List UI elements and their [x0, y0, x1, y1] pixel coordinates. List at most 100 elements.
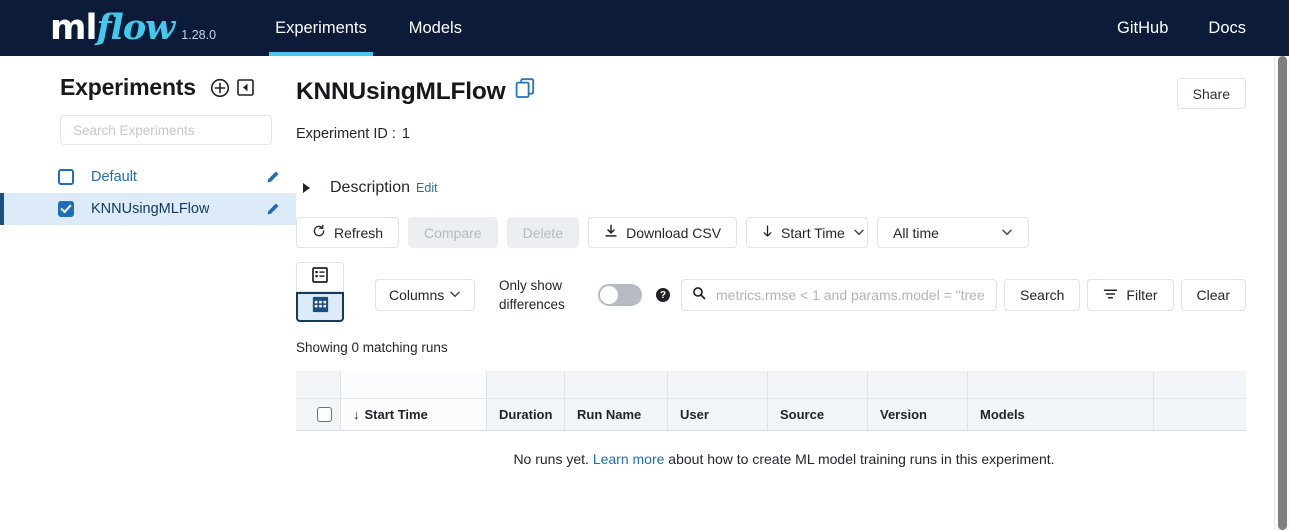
- grid-view-button[interactable]: [296, 292, 344, 322]
- experiment-name: KNNUsingMLFlow: [91, 201, 210, 217]
- chevron-right-icon[interactable]: [303, 183, 310, 193]
- column-header-source[interactable]: Source: [767, 399, 867, 430]
- sidebar-item-default[interactable]: Default: [0, 161, 296, 193]
- chevron-down-icon: [1001, 225, 1013, 241]
- chevron-down-icon: [853, 225, 865, 241]
- search-button[interactable]: Search: [1004, 279, 1081, 311]
- group-seg-checkbox: [296, 371, 340, 398]
- experiment-header: KNNUsingMLFlow Share: [296, 78, 1246, 109]
- collapse-sidebar-icon[interactable]: [237, 79, 254, 96]
- empty-state-suffix: about how to create ML model training ru…: [668, 451, 1055, 467]
- page-scrollbar[interactable]: [1274, 56, 1289, 530]
- column-header-models[interactable]: Models: [967, 399, 1153, 430]
- tab-experiments-label: Experiments: [275, 18, 367, 37]
- columns-label: Columns: [389, 287, 445, 303]
- empty-state-prefix: No runs yet.: [513, 451, 589, 467]
- group-seg-models: [967, 371, 1153, 398]
- github-link[interactable]: GitHub: [1117, 19, 1168, 38]
- search-experiments-box[interactable]: [60, 115, 272, 145]
- filter-button[interactable]: Filter: [1087, 279, 1174, 311]
- sort-by-dropdown[interactable]: Start Time: [746, 217, 869, 248]
- only-show-differences-toggle[interactable]: [598, 284, 642, 306]
- experiment-id-value: 1: [401, 126, 410, 142]
- select-all-checkbox[interactable]: [316, 407, 332, 422]
- learn-more-link[interactable]: Learn more: [593, 451, 665, 467]
- table-group-header-row: [296, 371, 1246, 399]
- page-title: KNNUsingMLFlow: [296, 78, 535, 106]
- group-seg-duration: [486, 371, 564, 398]
- main-content: KNNUsingMLFlow Share Experiment ID : 1 De…: [296, 56, 1289, 530]
- column-header-label: User: [680, 407, 709, 422]
- tab-experiments[interactable]: Experiments: [269, 0, 373, 56]
- group-seg-version: [867, 371, 967, 398]
- columns-dropdown[interactable]: Columns: [375, 279, 475, 311]
- experiment-checkbox[interactable]: [58, 169, 74, 185]
- select-all-header: [296, 399, 340, 430]
- time-filter-dropdown[interactable]: All time: [877, 217, 1030, 248]
- edit-pencil-icon[interactable]: [265, 202, 280, 217]
- tab-models[interactable]: Models: [403, 0, 468, 56]
- edit-pencil-icon[interactable]: [265, 170, 280, 185]
- sidebar-header: Experiments: [0, 74, 296, 101]
- download-csv-button[interactable]: Download CSV: [588, 217, 738, 248]
- scrollbar-thumb[interactable]: [1278, 56, 1287, 530]
- experiment-id-label: Experiment ID :: [296, 126, 396, 142]
- empty-state-message: No runs yet. Learn more about how to cre…: [296, 449, 1272, 469]
- version-label: 1.28.0: [181, 28, 217, 42]
- column-header-label: Source: [780, 407, 825, 422]
- description-edit-link[interactable]: Edit: [416, 181, 438, 195]
- tab-models-label: Models: [408, 18, 462, 37]
- runs-search-box[interactable]: [681, 279, 998, 311]
- copy-icon[interactable]: [515, 78, 535, 106]
- refresh-label: Refresh: [334, 224, 384, 241]
- filter-button-label: Filter: [1126, 287, 1158, 303]
- experiment-id: Experiment ID : 1: [296, 126, 1246, 142]
- column-header-user[interactable]: User: [667, 399, 767, 430]
- table-header-row: ↓ Start Time Duration Run Name User Sour…: [296, 399, 1246, 431]
- delete-label: Delete: [522, 224, 564, 241]
- filter-controls: Columns Only show differences ? metrics.…: [375, 262, 1246, 314]
- experiment-name: Default: [91, 169, 137, 185]
- view-mode-toggles: [296, 262, 344, 322]
- column-header-version[interactable]: Version: [867, 399, 967, 430]
- download-icon: [604, 224, 618, 241]
- docs-link[interactable]: Docs: [1208, 19, 1246, 38]
- mlflow-logo[interactable]: ml flow 1.28.0: [50, 10, 216, 46]
- clear-button[interactable]: Clear: [1180, 279, 1246, 311]
- column-header-label: Duration: [499, 407, 553, 422]
- share-button[interactable]: Share: [1176, 78, 1246, 109]
- column-header-label: Version: [880, 407, 927, 422]
- runs-toolbar: Refresh Compare Delete Download CSV Star…: [296, 217, 1246, 248]
- runs-search-input[interactable]: [714, 286, 987, 304]
- column-header-label: Run Name: [577, 407, 642, 422]
- clear-button-label: Clear: [1196, 287, 1230, 303]
- refresh-icon: [312, 224, 326, 241]
- sidebar-item-knnusingmlflow[interactable]: KNNUsingMLFlow: [0, 193, 296, 225]
- column-header-end: [1153, 399, 1246, 430]
- experiment-title-text: KNNUsingMLFlow: [296, 78, 506, 105]
- refresh-button[interactable]: Refresh: [296, 217, 400, 248]
- plus-circle-icon[interactable]: [210, 78, 230, 98]
- experiments-sidebar: Experiments Search Experiments Default K…: [0, 56, 296, 530]
- grid-view-icon: [312, 296, 329, 318]
- column-header-duration[interactable]: Duration: [486, 399, 564, 430]
- list-view-button[interactable]: [296, 262, 344, 292]
- group-seg-run-name: [564, 371, 667, 398]
- question-mark-icon[interactable]: ?: [656, 288, 670, 302]
- group-seg-start-time: [340, 371, 486, 398]
- column-header-label: Start Time: [364, 407, 428, 422]
- sort-by-label: Start Time: [781, 224, 845, 241]
- filter-row: Columns Only show differences ? metrics.…: [296, 262, 1246, 322]
- delete-button: Delete: [506, 217, 580, 248]
- nav-tabs: Experiments Models: [269, 0, 498, 56]
- sidebar-header-icons: [210, 78, 254, 98]
- group-seg-source: [767, 371, 867, 398]
- search-experiments-input[interactable]: [71, 121, 261, 139]
- download-csv-label: Download CSV: [626, 224, 722, 241]
- description-block: Description Edit: [330, 179, 438, 197]
- column-header-start-time[interactable]: ↓ Start Time: [340, 399, 486, 430]
- filter-icon: [1103, 287, 1118, 304]
- compare-label: Compare: [424, 224, 482, 241]
- column-header-run-name[interactable]: Run Name: [564, 399, 667, 430]
- experiment-checkbox[interactable]: [58, 201, 74, 217]
